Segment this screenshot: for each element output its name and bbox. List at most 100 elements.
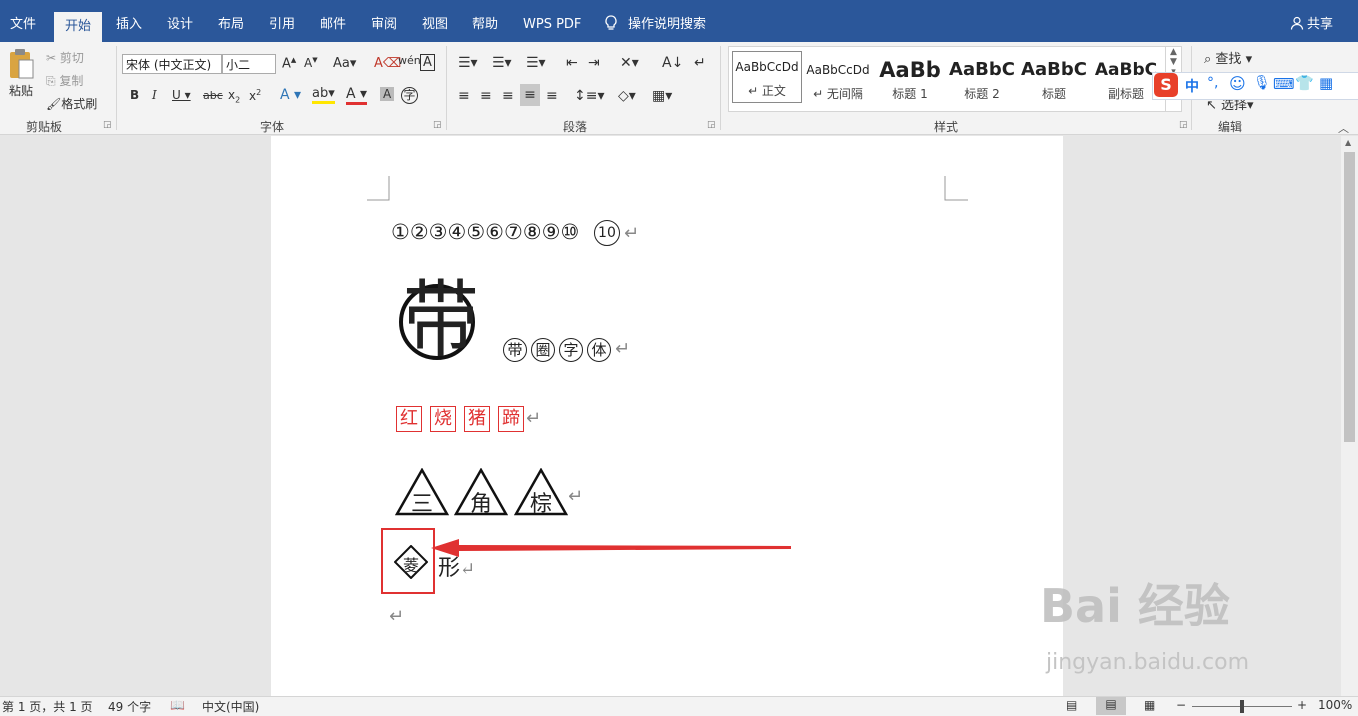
enclosed-number: ⑦	[503, 220, 523, 244]
grow-font-icon[interactable]: A▲	[282, 56, 296, 71]
microphone-icon[interactable]: 🎙	[1253, 75, 1271, 91]
enclosed-number: ⑩	[560, 220, 580, 244]
bold-icon[interactable]: B	[130, 88, 139, 102]
triangle-char-text: 三	[410, 492, 433, 517]
enclose-char-icon[interactable]: 字	[401, 87, 418, 104]
emoji-icon[interactable]: ☺	[1229, 74, 1246, 93]
tab-view[interactable]: 视图	[422, 8, 448, 42]
divider	[446, 46, 447, 130]
vertical-scrollbar[interactable]: ▲	[1341, 136, 1358, 696]
copy-button[interactable]: ⎘ 复制	[46, 72, 83, 89]
dialog-launcher-icon[interactable]: ◲	[1179, 120, 1188, 130]
bullets-icon[interactable]: ☰▾	[458, 55, 478, 71]
tab-insert[interactable]: 插入	[116, 8, 142, 42]
sogou-logo-icon[interactable]: S	[1154, 73, 1178, 97]
multilevel-list-icon[interactable]: ☰▾	[526, 55, 546, 71]
show-marks-icon[interactable]: ↵	[694, 55, 706, 71]
style-title[interactable]: AaBbC 标题	[1019, 55, 1089, 107]
scroll-thumb[interactable]	[1344, 152, 1355, 442]
tab-references[interactable]: 引用	[269, 8, 295, 42]
style-heading-2[interactable]: AaBbC 标题 2	[947, 55, 1017, 107]
read-mode-icon[interactable]: ▤	[1066, 698, 1077, 712]
dialog-launcher-icon[interactable]: ◲	[707, 120, 716, 130]
style-preview: AaBbC	[949, 59, 1015, 80]
page-count[interactable]: 第 1 页，共 1 页	[2, 698, 93, 715]
punctuation-icon[interactable]: °,	[1207, 75, 1218, 91]
align-right-icon[interactable]: ≡	[502, 88, 514, 104]
scroll-up-icon[interactable]: ▲	[1345, 138, 1351, 147]
boxed-char: 猪	[464, 406, 490, 432]
language-indicator[interactable]: 中文(中国)	[202, 698, 259, 715]
ime-mode-toggle[interactable]: 中	[1185, 76, 1199, 96]
italic-icon[interactable]: I	[152, 88, 157, 102]
phonetic-guide-icon[interactable]: wén	[398, 54, 421, 67]
tab-mailings[interactable]: 邮件	[320, 8, 346, 42]
underline-icon[interactable]: U ▾	[172, 88, 191, 102]
text-effects-icon[interactable]: A ▾	[280, 87, 301, 103]
char-border-icon[interactable]: A	[420, 54, 435, 71]
superscript-icon[interactable]: x2	[249, 88, 261, 103]
document-page[interactable]: ①②③④⑤⑥⑦⑧⑨⑩ 10 ↵ 带 带圈字体 ↵ 红烧猪蹄 ↵ 三 角 棕 ↵ 菱 形…	[271, 136, 1063, 696]
font-color-icon[interactable]: A ▾	[346, 86, 368, 105]
toolbox-grid-icon[interactable]: ▦	[1319, 74, 1333, 92]
line-spacing-icon[interactable]: ↕≡▾	[574, 88, 605, 104]
large-enclosed-char: 带	[399, 271, 479, 369]
tab-home[interactable]: 开始	[54, 12, 103, 42]
tab-wps-pdf[interactable]: WPS PDF	[523, 8, 581, 42]
style-no-spacing[interactable]: AaBbCcDd ↵ 无间隔	[803, 55, 873, 107]
proofing-icon[interactable]: 📖	[170, 698, 185, 712]
align-center-icon[interactable]: ≡	[480, 88, 492, 104]
style-heading-1[interactable]: AaBb 标题 1	[875, 55, 945, 107]
justify-icon[interactable]: ≡	[520, 84, 540, 106]
word-count[interactable]: 49 个字	[108, 698, 151, 715]
highlight-icon[interactable]: ab▾	[312, 86, 335, 104]
skin-shirt-icon[interactable]: 👕	[1295, 74, 1314, 92]
format-painter-button[interactable]: 🖌格式刷	[46, 95, 97, 112]
tab-layout[interactable]: 布局	[218, 8, 244, 42]
sort-icon[interactable]: A↓	[662, 55, 683, 71]
editing-group-label: 编辑	[1218, 120, 1243, 134]
triangle-enclosed-char: 棕	[514, 468, 568, 517]
find-button[interactable]: ⌕ 查找 ▾	[1204, 48, 1252, 67]
numbering-icon[interactable]: ☰▾	[492, 55, 512, 71]
tab-help[interactable]: 帮助	[472, 8, 498, 42]
find-label: 查找	[1215, 52, 1242, 67]
tell-me-search[interactable]: 操作说明搜索	[604, 8, 706, 42]
red-arrow-annotation	[431, 539, 791, 557]
tab-design[interactable]: 设计	[167, 8, 193, 42]
dialog-launcher-icon[interactable]: ◲	[103, 120, 112, 130]
cut-button[interactable]: ✂ 剪切	[46, 49, 84, 66]
align-left-icon[interactable]: ≡	[458, 88, 470, 104]
style-preview: AaBbC	[1021, 59, 1087, 80]
shading-icon[interactable]: ◇▾	[618, 88, 636, 104]
print-layout-icon[interactable]: ▤	[1096, 697, 1126, 715]
font-size-select[interactable]: 小二	[222, 54, 276, 74]
tab-file[interactable]: 文件	[10, 8, 36, 42]
style-normal[interactable]: AaBbCcDd ↵ 正文	[732, 51, 802, 103]
zoom-in-icon[interactable]: +	[1297, 698, 1307, 712]
collapse-ribbon-icon[interactable]: ︿	[1338, 120, 1349, 136]
tab-review[interactable]: 审阅	[371, 8, 397, 42]
web-layout-icon[interactable]: ▦	[1144, 698, 1155, 712]
margin-corner-mark	[367, 176, 390, 201]
asian-layout-icon[interactable]: ✕▾	[620, 55, 639, 71]
share-button[interactable]: 共享	[1290, 8, 1333, 42]
strikethrough-icon[interactable]: abc	[203, 89, 223, 102]
paste-button[interactable]: 粘贴	[6, 48, 36, 99]
paragraph-enclosed-numbers: ①②③④⑤⑥⑦⑧⑨⑩ 10 ↵	[391, 220, 639, 246]
style-subtitle[interactable]: AaBbC 副标题	[1091, 55, 1161, 107]
decrease-indent-icon[interactable]: ⇤	[566, 55, 578, 71]
char-shading-icon[interactable]: A	[380, 87, 395, 101]
subscript-icon[interactable]: x2	[228, 88, 240, 104]
change-case-icon[interactable]: Aa▾	[333, 56, 356, 71]
dialog-launcher-icon[interactable]: ◲	[433, 120, 442, 130]
increase-indent-icon[interactable]: ⇥	[588, 55, 600, 71]
distribute-icon[interactable]: ≡	[546, 88, 558, 104]
shrink-font-icon[interactable]: A▼	[304, 56, 318, 70]
zoom-out-icon[interactable]: −	[1176, 698, 1186, 712]
font-family-select[interactable]: 宋体 (中文正文)	[122, 54, 222, 74]
keyboard-icon[interactable]: ⌨	[1273, 75, 1295, 93]
borders-icon[interactable]: ▦▾	[652, 88, 672, 104]
zoom-level[interactable]: 100%	[1318, 698, 1352, 712]
zoom-slider-thumb[interactable]	[1240, 700, 1244, 713]
